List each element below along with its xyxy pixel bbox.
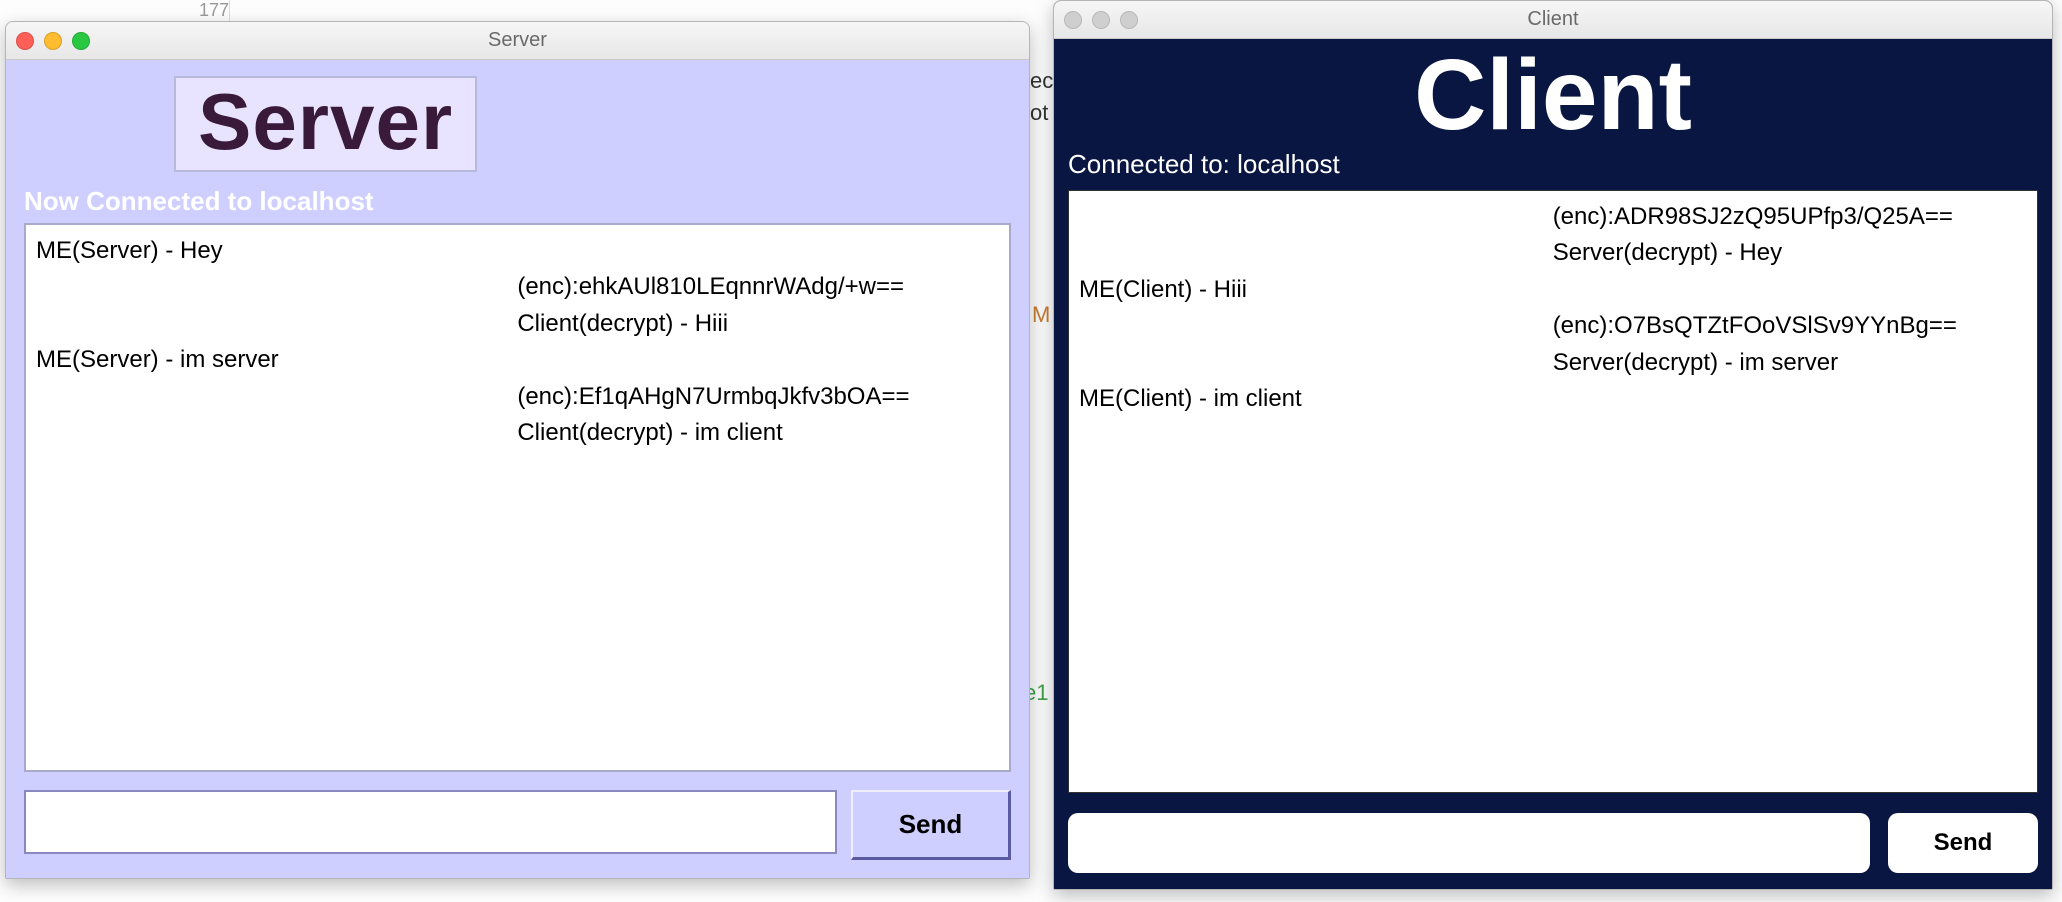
client-titlebar[interactable]: Client [1054, 1, 2052, 39]
bg-text: ot [1030, 100, 1048, 126]
client-chat-area[interactable]: ME(Client) - Hiii ME(Client) - im client… [1068, 190, 2038, 793]
maximize-icon[interactable] [1120, 11, 1138, 29]
server-connection-status: Now Connected to localhost [24, 186, 1011, 217]
client-heading: Client [1068, 45, 2038, 145]
client-messages-right: (enc):ADR98SJ2zQ95UPfp3/Q25A== Server(de… [1553, 201, 2027, 383]
chat-line: Client(decrypt) - Hiii [517, 308, 999, 340]
traffic-lights [1064, 11, 1138, 29]
close-icon[interactable] [16, 32, 34, 50]
chat-line: Server(decrypt) - Hey [1553, 237, 2027, 269]
server-chat-area[interactable]: ME(Server) - Hey ME(Server) - im server … [24, 223, 1011, 772]
chat-line [517, 344, 999, 376]
server-body: Server Now Connected to localhost ME(Ser… [6, 60, 1029, 878]
chat-line: ME(Client) - im client [1079, 383, 2027, 415]
server-messages-right: (enc):ehkAUl810LEqnnrWAdg/+w== Client(de… [517, 235, 999, 453]
client-input-row: Send [1068, 813, 2038, 873]
chat-line: Client(decrypt) - im client [517, 417, 999, 449]
maximize-icon[interactable] [72, 32, 90, 50]
traffic-lights [16, 32, 90, 50]
chat-line: (enc):O7BsQTZtFOoVSlSv9YYnBg== [1553, 310, 2027, 342]
client-body: Client Connected to: localhost ME(Client… [1054, 39, 2052, 889]
server-message-input[interactable] [24, 790, 837, 854]
minimize-icon[interactable] [44, 32, 62, 50]
minimize-icon[interactable] [1092, 11, 1110, 29]
chat-line [517, 235, 999, 267]
client-window-title: Client [1054, 8, 2052, 31]
chat-line: (enc):ehkAUl810LEqnnrWAdg/+w== [517, 271, 999, 303]
bg-text: ec [1030, 68, 1053, 94]
server-titlebar[interactable]: Server [6, 22, 1029, 60]
chat-line: Server(decrypt) - im server [1553, 347, 2027, 379]
client-message-input[interactable] [1068, 813, 1870, 873]
bg-text: M [1032, 302, 1050, 328]
client-connection-status: Connected to: localhost [1068, 149, 2038, 180]
close-icon[interactable] [1064, 11, 1082, 29]
client-window: Client Client Connected to: localhost ME… [1053, 0, 2053, 890]
server-input-row: Send [24, 790, 1011, 860]
chat-line [1553, 274, 2027, 306]
server-send-button[interactable]: Send [851, 790, 1011, 860]
client-send-button[interactable]: Send [1888, 813, 2038, 873]
chat-line: (enc):Ef1qAHgN7UrmbqJkfv3bOA== [517, 381, 999, 413]
server-window-title: Server [6, 29, 1029, 52]
chat-line: (enc):ADR98SJ2zQ95UPfp3/Q25A== [1553, 201, 2027, 233]
server-window: Server Server Now Connected to localhost… [5, 21, 1030, 879]
server-heading: Server [174, 76, 477, 172]
